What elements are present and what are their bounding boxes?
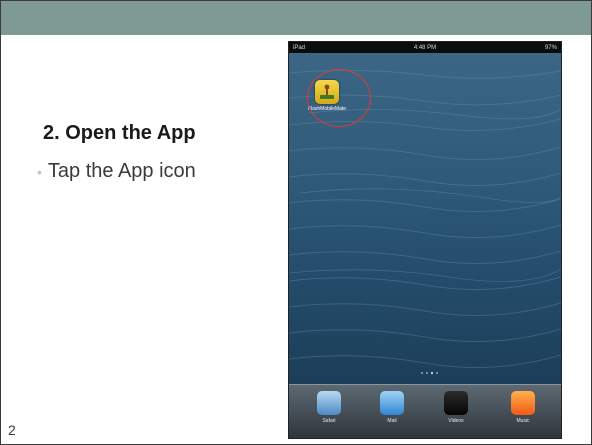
slide-header-bar <box>1 1 591 35</box>
dock-item-music[interactable]: Music <box>507 391 539 431</box>
dock-label: Videos <box>448 418 464 424</box>
page-indicator <box>421 372 438 374</box>
page-dot <box>426 372 428 374</box>
safari-icon <box>317 391 341 415</box>
dock-label: Mail <box>387 418 397 424</box>
dock-item-safari[interactable]: Safari <box>313 391 345 431</box>
bullet-item: • Tap the App icon <box>37 160 196 183</box>
bullet-text: Tap the App icon <box>47 160 196 182</box>
mail-icon <box>380 391 404 415</box>
ipad-status-bar: iPad 4:48 PM 97% <box>289 42 561 53</box>
page-dot <box>436 372 438 374</box>
slide: 2. Open the App • Tap the App icon 2 iPa… <box>0 0 592 445</box>
status-battery: 97% <box>544 44 557 51</box>
slide-title: 2. Open the App <box>43 122 196 144</box>
bullet-dot-icon: • <box>37 163 42 180</box>
dock-item-mail[interactable]: Mail <box>376 391 408 431</box>
dock-label: Safari <box>322 418 336 424</box>
dock-label: Music <box>516 418 530 424</box>
dock-item-videos[interactable]: Videos <box>440 391 472 431</box>
status-time: 4:48 PM <box>413 44 437 51</box>
dock: Safari Mail Videos Music <box>289 384 561 438</box>
highlight-circle-icon <box>307 69 371 127</box>
page-dot <box>421 372 423 374</box>
ipad-screenshot: iPad 4:48 PM 97% FlashMobileMate Safari … <box>288 41 562 439</box>
videos-icon <box>444 391 468 415</box>
page-dot-active <box>431 372 433 374</box>
page-number: 2 <box>8 422 16 438</box>
status-device-name: iPad <box>293 44 306 51</box>
music-icon <box>511 391 535 415</box>
